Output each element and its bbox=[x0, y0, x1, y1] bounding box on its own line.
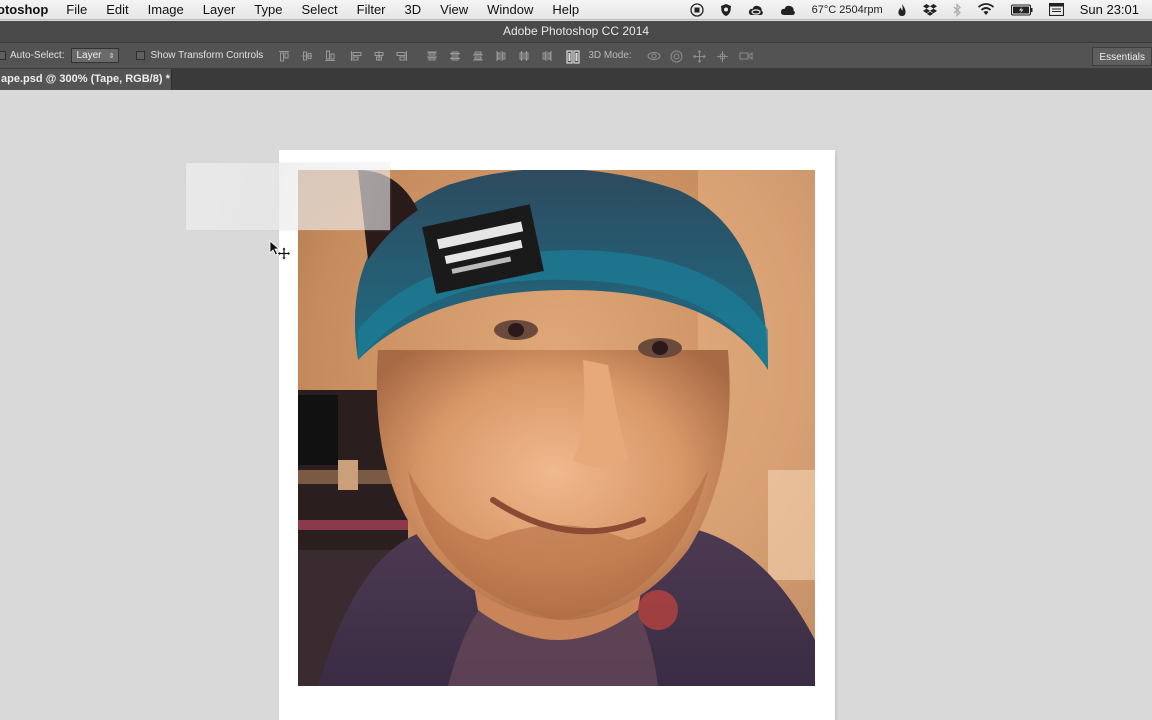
clock[interactable]: Sun 23:01 bbox=[1080, 2, 1139, 17]
document-tab-bar: ape.psd @ 300% (Tape, RGB/8) * bbox=[0, 69, 1152, 90]
align-top-edges-icon[interactable] bbox=[278, 50, 290, 62]
align-left-edges-icon[interactable] bbox=[350, 50, 362, 62]
menu-help[interactable]: Help bbox=[552, 2, 579, 17]
flame-icon[interactable] bbox=[897, 3, 907, 17]
menu-file[interactable]: File bbox=[66, 2, 87, 17]
auto-select-label: Auto-Select: bbox=[10, 50, 65, 61]
app-menu[interactable]: otoshop bbox=[0, 2, 48, 17]
menu-image[interactable]: Image bbox=[148, 2, 184, 17]
distribute-right-edges-icon[interactable] bbox=[541, 50, 553, 62]
menu-bar: otoshop File Edit Image Layer Type Selec… bbox=[0, 0, 1152, 20]
temperature-readout[interactable]: 67°C 2504rpm bbox=[812, 4, 883, 16]
battery-icon[interactable] bbox=[1010, 3, 1033, 16]
align-horizontal-centers-icon[interactable] bbox=[373, 50, 385, 62]
distribute-left-edges-icon[interactable] bbox=[495, 50, 507, 62]
status-area: 67°C 2504rpm Sun 23:01 bbox=[690, 2, 1152, 17]
dropbox-icon[interactable] bbox=[922, 3, 937, 16]
align-vertical-centers-icon[interactable] bbox=[301, 50, 313, 62]
tape-texture bbox=[186, 163, 390, 230]
workspace-essentials-button[interactable]: Essentials bbox=[1092, 47, 1152, 66]
distribute-top-edges-icon[interactable] bbox=[426, 50, 438, 62]
record-icon[interactable] bbox=[690, 2, 704, 17]
window-title: Adobe Photoshop CC 2014 bbox=[502, 24, 650, 38]
3d-pan-icon[interactable] bbox=[692, 49, 706, 63]
menu-window[interactable]: Window bbox=[487, 2, 533, 17]
display-icon[interactable] bbox=[1048, 3, 1064, 16]
menu-3d[interactable]: 3D bbox=[405, 2, 422, 17]
menu-view[interactable]: View bbox=[440, 2, 468, 17]
3d-mode-label: 3D Mode: bbox=[588, 50, 632, 61]
show-transform-controls-label: Show Transform Controls bbox=[150, 50, 264, 61]
auto-select-dropdown[interactable]: Layer ⇕ bbox=[71, 48, 120, 63]
wifi-icon[interactable] bbox=[977, 3, 995, 16]
polaroid-frame bbox=[279, 150, 835, 720]
portrait-photo bbox=[298, 170, 815, 686]
distribute-bottom-edges-icon[interactable] bbox=[472, 50, 484, 62]
align-bottom-edges-icon[interactable] bbox=[324, 50, 336, 62]
canvas-workspace[interactable] bbox=[0, 90, 1152, 720]
3d-scale-icon[interactable] bbox=[739, 50, 753, 62]
3d-orbit-icon[interactable] bbox=[647, 50, 661, 62]
show-transform-controls-checkbox[interactable] bbox=[136, 51, 146, 60]
dropdown-arrow-icon: ⇕ bbox=[108, 52, 115, 60]
bluetooth-icon[interactable] bbox=[953, 2, 961, 17]
window-title-bar: Adobe Photoshop CC 2014 bbox=[0, 21, 1152, 42]
menu-edit[interactable]: Edit bbox=[106, 2, 128, 17]
auto-select-checkbox[interactable] bbox=[0, 51, 6, 60]
cloud-icon[interactable] bbox=[780, 4, 796, 16]
document-tab[interactable]: ape.psd @ 300% (Tape, RGB/8) * bbox=[0, 69, 172, 90]
menu-filter[interactable]: Filter bbox=[357, 2, 386, 17]
align-right-edges-icon[interactable] bbox=[396, 50, 408, 62]
creative-cloud-icon[interactable] bbox=[748, 4, 764, 16]
3d-slide-icon[interactable] bbox=[716, 50, 728, 62]
options-bar: Auto-Select: Layer ⇕ Show Transform Cont… bbox=[0, 42, 1152, 69]
auto-select-value: Layer bbox=[76, 50, 102, 61]
menu-select[interactable]: Select bbox=[301, 2, 337, 17]
tape-layer[interactable] bbox=[186, 163, 390, 230]
3d-roll-icon[interactable] bbox=[670, 50, 683, 62]
move-tool-cursor-icon bbox=[269, 240, 293, 260]
auto-align-layers-icon[interactable] bbox=[566, 49, 580, 64]
shield-icon[interactable] bbox=[720, 3, 732, 17]
menu-type[interactable]: Type bbox=[254, 2, 282, 17]
menu-layer[interactable]: Layer bbox=[203, 2, 236, 17]
distribute-horizontal-centers-icon[interactable] bbox=[518, 50, 530, 62]
distribute-vertical-centers-icon[interactable] bbox=[449, 50, 461, 62]
